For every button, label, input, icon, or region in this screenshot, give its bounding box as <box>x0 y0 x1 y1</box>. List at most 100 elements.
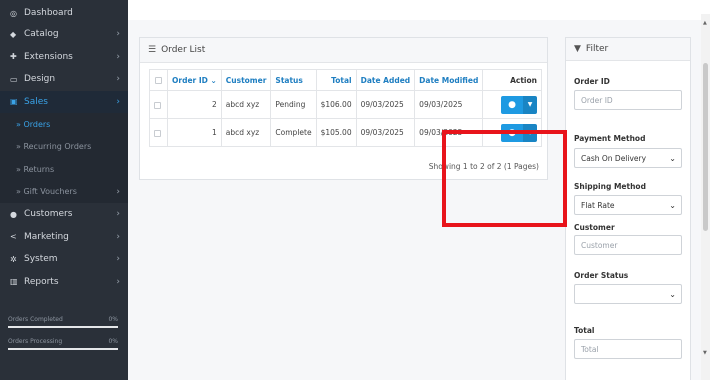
puzzle-icon: ✚ <box>10 52 17 62</box>
cell-customer: abcd xyz <box>220 90 272 119</box>
action-dropdown-button[interactable]: ▼ <box>523 95 537 114</box>
shipping-method-label: Shipping Method <box>574 182 646 191</box>
select-all-checkbox[interactable] <box>155 77 162 84</box>
tag-icon: ◆ <box>10 29 17 39</box>
order-list-header: ☰ Order List <box>140 38 547 63</box>
shipping-method-select[interactable]: Flat Rate ⌄ <box>574 195 682 215</box>
submenu-item-label: » Orders <box>16 119 51 129</box>
cell-order-id: 2 <box>167 90 222 119</box>
table-header-row: Order ID ⌄ Customer Status Total Date Ad… <box>149 69 542 91</box>
customer-label: Customer <box>574 223 615 232</box>
sidebar-item-label: Customers <box>24 209 73 220</box>
sidebar-item-sales[interactable]: ▣ Sales › <box>0 90 128 113</box>
cell-status: Pending <box>270 90 317 119</box>
submenu-item-label: » Returns <box>16 164 55 174</box>
col-status[interactable]: Status <box>270 69 317 91</box>
order-id-input[interactable]: Order ID <box>574 90 682 110</box>
scroll-up-icon[interactable]: ▲ <box>703 20 707 26</box>
view-button[interactable]: ● <box>501 95 523 114</box>
stat-label: Orders Processing <box>8 338 63 345</box>
order-id-label: Order ID <box>574 77 610 86</box>
submenu-item-returns[interactable]: » Returns <box>0 158 128 181</box>
chevron-right-icon: › <box>116 74 120 85</box>
submenu-item-orders[interactable]: » Orders <box>0 113 128 136</box>
sidebar-item-label: Marketing <box>24 231 69 242</box>
sidebar-item-catalog[interactable]: ◆ Catalog › <box>0 23 128 46</box>
payment-method-select[interactable]: Cash On Delivery ⌄ <box>574 148 682 168</box>
col-date-modified[interactable]: Date Modified <box>414 69 484 91</box>
cart-icon: ▣ <box>10 97 18 107</box>
chevron-right-icon: › <box>116 209 120 220</box>
action-dropdown-button[interactable]: ▼ <box>523 123 537 142</box>
submenu-item-gift-vouchers[interactable]: » Gift Vouchers › <box>0 181 128 204</box>
chevron-right-icon: › <box>116 231 120 242</box>
sidebar-item-label: Catalog <box>24 29 59 40</box>
cell-date-added: 09/03/2025 <box>355 90 416 119</box>
cell-action: ● ▼ <box>482 90 542 119</box>
scroll-down-icon[interactable]: ▼ <box>703 350 707 356</box>
scrollbar-thumb[interactable] <box>703 63 708 231</box>
row-checkbox[interactable] <box>154 101 161 109</box>
col-total[interactable]: Total <box>315 69 357 91</box>
col-date-added[interactable]: Date Added <box>355 69 416 91</box>
stat-label: Orders Completed <box>8 316 63 323</box>
view-button[interactable]: ● <box>501 123 523 142</box>
col-customer[interactable]: Customer <box>220 69 272 91</box>
gear-icon: ✲ <box>10 254 17 264</box>
chevron-right-icon: › <box>116 254 120 265</box>
row-checkbox[interactable] <box>154 129 161 137</box>
submenu-item-label: » Gift Vouchers <box>16 187 77 197</box>
eye-icon: ● <box>508 99 516 110</box>
chevron-right-icon: › <box>116 51 120 62</box>
progress-bar <box>8 326 118 328</box>
sidebar-item-customers[interactable]: ● Customers › <box>0 203 128 226</box>
user-icon: ● <box>10 209 17 219</box>
cell-action: ● ▼ <box>482 118 542 147</box>
filter-body: Order ID Order ID Payment Method Cash On… <box>566 77 690 359</box>
sidebar-item-dashboard[interactable]: ◎ Dashboard <box>0 3 128 23</box>
sidebar-item-extensions[interactable]: ✚ Extensions › <box>0 46 128 69</box>
cell-total: $106.00 <box>315 90 357 119</box>
customer-input[interactable]: Customer <box>574 235 682 255</box>
col-order-id[interactable]: Order ID ⌄ <box>167 69 222 91</box>
sidebar-item-system[interactable]: ✲ System › <box>0 248 128 271</box>
order-status-label: Order Status <box>574 271 629 280</box>
filter-header: ▼ Filter <box>566 38 690 61</box>
order-table: Order ID ⌄ Customer Status Total Date Ad… <box>149 69 542 147</box>
caret-down-icon: ▼ <box>527 129 533 136</box>
order-status-select[interactable]: ⌄ <box>574 284 682 304</box>
payment-method-value: Cash On Delivery <box>581 153 647 163</box>
panel-title: Filter <box>585 44 609 54</box>
sidebar-item-label: System <box>24 254 58 265</box>
submenu-item-label: » Recurring Orders <box>16 142 92 152</box>
select-all-cell[interactable] <box>149 69 168 91</box>
cell-customer: abcd xyz <box>220 118 272 147</box>
shipping-method-value: Flat Rate <box>581 200 615 210</box>
cell-date-added: 09/03/2025 <box>355 118 416 147</box>
chevron-right-icon: › <box>116 186 120 197</box>
chevron-down-icon: ⌄ <box>669 200 676 210</box>
stat-orders-completed: Orders Completed 0% <box>8 316 118 338</box>
total-input[interactable]: Total <box>574 339 682 359</box>
pagination-summary: Showing 1 to 2 of 2 (1 Pages) <box>428 162 539 171</box>
submenu-item-recurring-orders[interactable]: » Recurring Orders <box>0 136 128 159</box>
sidebar: ◎ Dashboard ◆ Catalog › ✚ Extensions › ▭… <box>0 0 128 380</box>
sidebar-item-reports[interactable]: ▥ Reports › <box>0 271 128 294</box>
bar-chart-icon: ▥ <box>10 277 18 287</box>
panel-title: Order List <box>161 45 206 55</box>
main-content: ☰ Order List Order ID ⌄ Customer Status … <box>128 0 710 380</box>
sidebar-item-marketing[interactable]: < Marketing › <box>0 226 128 249</box>
chevron-right-icon: › <box>116 276 120 287</box>
cell-date-modified: 09/03/2025 <box>414 90 484 119</box>
total-label: Total <box>574 326 595 335</box>
stat-value: 0% <box>108 338 118 345</box>
sidebar-item-design[interactable]: ▭ Design › <box>0 68 128 91</box>
chevron-right-icon: › <box>116 96 120 107</box>
chevron-down-icon: ⌄ <box>669 289 676 299</box>
sidebar-item-label: Sales <box>24 96 48 107</box>
sidebar-item-label: Dashboard <box>24 8 73 18</box>
chevron-right-icon: › <box>116 29 120 40</box>
stat-orders-processing: Orders Processing 0% <box>8 338 118 360</box>
top-band <box>128 0 710 20</box>
filter-panel: ▼ Filter Order ID Order ID Payment Metho… <box>565 37 691 380</box>
